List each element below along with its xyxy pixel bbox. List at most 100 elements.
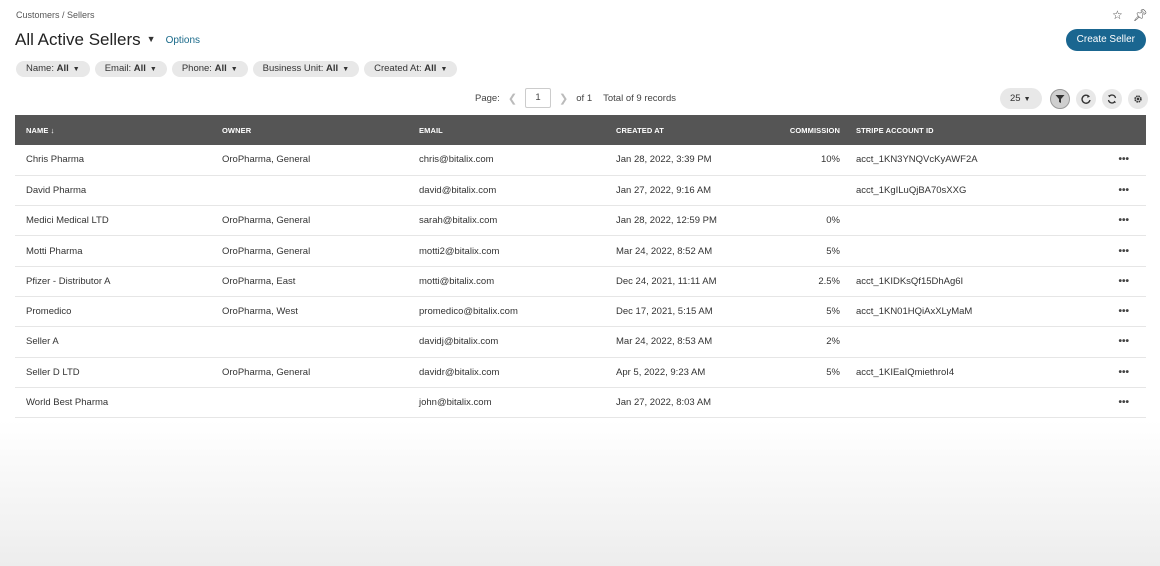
refresh-icon <box>1107 93 1117 104</box>
cell-owner: OroPharma, East <box>222 275 296 287</box>
cell-stripe-account-id <box>845 236 1065 266</box>
chevron-down-icon: ▼ <box>230 66 238 73</box>
page-label: Page: <box>475 92 500 104</box>
cell-owner: OroPharma, General <box>222 154 311 166</box>
column-header-stripe-account-id[interactable]: STRIPE ACCOUNT ID <box>845 115 1065 145</box>
cell-name: Medici Medical LTD <box>26 215 109 227</box>
column-header-created-at[interactable]: CREATED AT <box>605 115 760 145</box>
prev-page-icon[interactable]: ❮ <box>508 92 517 105</box>
breadcrumb[interactable]: Customers / Sellers <box>16 10 95 20</box>
pagination: Page: ❮ 1 ❯ of 1 Total of 9 records <box>475 88 676 108</box>
row-actions-menu[interactable]: ••• <box>1065 206 1146 236</box>
cell-name: Motti Pharma <box>26 245 83 257</box>
filter-chip[interactable]: Phone: All ▼ <box>171 61 248 77</box>
cell-commission <box>760 387 845 417</box>
table-row[interactable]: Medici Medical LTD OroPharma, General sara… <box>15 206 1146 236</box>
cell-commission: 2.5% <box>818 275 840 287</box>
cell-created-at: Jan 27, 2022, 9:16 AM <box>616 184 712 196</box>
view-switch-caret-icon[interactable]: ▼ <box>147 34 156 44</box>
cell-created-at: Jan 28, 2022, 12:59 PM <box>616 215 717 227</box>
next-page-icon[interactable]: ❯ <box>559 92 568 105</box>
cell-stripe-account-id: acct_1KIEaIQmiethroI4 <box>856 366 955 378</box>
cell-owner: OroPharma, General <box>222 245 311 257</box>
cell-owner <box>211 387 408 417</box>
row-actions-menu[interactable]: ••• <box>1065 387 1146 417</box>
cell-stripe-account-id: acct_1KN3YNQVcKyAWF2A <box>856 154 978 166</box>
cell-email: promedico@bitalix.com <box>419 306 518 318</box>
row-actions-menu[interactable]: ••• <box>1065 236 1146 266</box>
grid-settings-button[interactable] <box>1128 88 1148 109</box>
cell-name: World Best Pharma <box>26 397 109 409</box>
page-number-input[interactable]: 1 <box>525 88 552 108</box>
cell-owner: OroPharma, General <box>222 215 311 227</box>
cell-commission: 10% <box>820 154 840 166</box>
table-row[interactable]: Seller A davidj@bitalix.com Mar 24, 2022, … <box>15 327 1146 358</box>
chevron-down-icon: ▼ <box>440 66 448 73</box>
row-actions-menu[interactable]: ••• <box>1065 357 1146 387</box>
cell-name: Seller A <box>26 336 59 348</box>
filter-value: All <box>56 63 69 74</box>
filter-icon <box>1055 94 1065 103</box>
filter-chip[interactable]: Email: All ▼ <box>94 61 167 77</box>
cell-email: davidj@bitalix.com <box>419 336 499 348</box>
grid-tools: 25 ▼ <box>1000 88 1148 109</box>
column-header-commission[interactable]: COMMISSION <box>760 115 845 145</box>
cell-commission: 0% <box>826 215 840 227</box>
pin-icon[interactable]: 📌︎ <box>1133 8 1148 22</box>
column-header-owner[interactable]: OWNER <box>211 115 408 145</box>
reload-button[interactable] <box>1076 88 1096 109</box>
table-row[interactable]: Pfizer - Distributor A OroPharma, East mot… <box>15 266 1146 297</box>
cell-name: Promedico <box>26 306 72 318</box>
row-actions-menu[interactable]: ••• <box>1065 327 1146 357</box>
chevron-down-icon: ▼ <box>1023 96 1031 103</box>
filter-label: Name: <box>26 63 54 74</box>
page-title: All Active Sellers <box>15 30 141 49</box>
cell-stripe-account-id: acct_1KIDKsQf15DhAg6I <box>856 275 964 287</box>
title-row: All Active Sellers ▼ Options <box>15 30 200 50</box>
cell-email: motti2@bitalix.com <box>419 245 500 257</box>
table-row[interactable]: Chris Pharma OroPharma, General chris@bita… <box>15 145 1146 176</box>
cell-owner <box>211 175 408 205</box>
row-actions-menu[interactable]: ••• <box>1065 266 1146 296</box>
table-row[interactable]: Seller D LTD OroPharma, General davidr@bit… <box>15 357 1146 388</box>
filter-chip[interactable]: Name: All ▼ <box>16 61 90 77</box>
options-link[interactable]: Options <box>166 35 200 46</box>
cell-created-at: Apr 5, 2022, 9:23 AM <box>616 366 706 378</box>
cell-created-at: Jan 27, 2022, 8:03 AM <box>616 397 712 409</box>
column-header-actions <box>1065 115 1146 145</box>
filter-label: Business Unit: <box>262 63 324 74</box>
cell-created-at: Mar 24, 2022, 8:52 AM <box>616 245 713 257</box>
cell-name: Pfizer - Distributor A <box>26 275 111 287</box>
cell-name: Chris Pharma <box>26 154 85 166</box>
cell-email: sarah@bitalix.com <box>419 215 498 227</box>
cell-email: davidr@bitalix.com <box>419 366 500 378</box>
filter-toggle-button[interactable] <box>1050 88 1070 109</box>
cell-email: john@bitalix.com <box>419 397 492 409</box>
table-row[interactable]: World Best Pharma john@bitalix.com Jan 27,… <box>15 387 1146 418</box>
gear-icon <box>1134 94 1142 103</box>
filter-chip[interactable]: Business Unit: All ▼ <box>252 61 360 77</box>
row-actions-menu[interactable]: ••• <box>1065 296 1146 326</box>
sellers-table: NAME ↓ OWNER EMAIL CREATED AT COMMISSION… <box>15 115 1146 418</box>
table-row[interactable]: Promedico OroPharma, West promedico@bitali… <box>15 296 1146 327</box>
cell-created-at: Mar 24, 2022, 8:53 AM <box>616 336 713 348</box>
column-header-email[interactable]: EMAIL <box>408 115 605 145</box>
cell-stripe-account-id <box>845 327 1065 357</box>
table-row[interactable]: Motti Pharma OroPharma, General motti2@bit… <box>15 236 1146 267</box>
chevron-down-icon: ▼ <box>149 66 157 73</box>
cell-owner: OroPharma, General <box>222 366 311 378</box>
star-icon[interactable]: ☆ <box>1112 8 1123 22</box>
reload-icon <box>1081 94 1091 104</box>
cell-commission: 5% <box>826 366 840 378</box>
table-row[interactable]: David Pharma david@bitalix.com Jan 27, 202… <box>15 175 1146 206</box>
filter-value: All <box>214 63 227 74</box>
column-header-name[interactable]: NAME ↓ <box>15 115 211 145</box>
refresh-button[interactable] <box>1102 88 1122 109</box>
cell-email: motti@bitalix.com <box>419 275 495 287</box>
per-page-select[interactable]: 25 ▼ <box>1000 88 1042 109</box>
cell-stripe-account-id <box>845 387 1065 417</box>
create-seller-button[interactable]: Create Seller <box>1065 29 1146 51</box>
filter-chip[interactable]: Created At: All ▼ <box>364 61 458 77</box>
row-actions-menu[interactable]: ••• <box>1065 175 1146 205</box>
row-actions-menu[interactable]: ••• <box>1065 145 1146 175</box>
